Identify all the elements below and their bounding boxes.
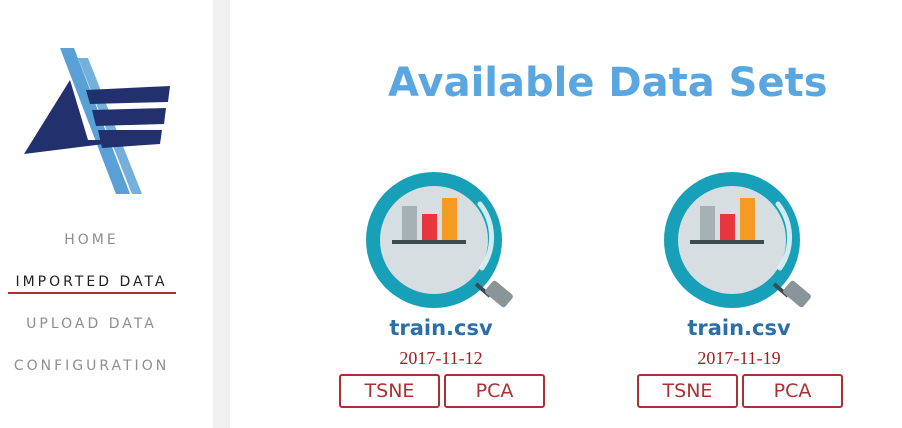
pca-button[interactable]: PCA <box>742 374 843 408</box>
magnifier-chart-icon[interactable] <box>662 168 832 328</box>
dataset-date: 2017-11-19 <box>697 348 781 368</box>
dataset-filename[interactable]: train.csv <box>338 316 544 340</box>
nav-imported-data[interactable]: IMPORTED DATA <box>0 274 183 290</box>
active-nav-underline <box>8 292 176 294</box>
dataset-filename[interactable]: train.csv <box>636 316 842 340</box>
dataset-date: 2017-11-12 <box>399 348 483 368</box>
pca-button[interactable]: PCA <box>444 374 545 408</box>
sidebar: HOME IMPORTED DATA UPLOAD DATA CONFIGURA… <box>0 0 213 428</box>
nav-upload-data[interactable]: UPLOAD DATA <box>0 316 183 332</box>
dataset-card: train.csv 2017-11-12 TSNE PCA <box>338 168 558 418</box>
page-title: Available Data Sets <box>388 60 828 106</box>
sidebar-divider <box>213 0 230 428</box>
tsne-button[interactable]: TSNE <box>339 374 440 408</box>
nav-home[interactable]: HOME <box>0 232 183 248</box>
tsne-button[interactable]: TSNE <box>637 374 738 408</box>
magnifier-chart-icon[interactable] <box>364 168 534 328</box>
nav-configuration[interactable]: CONFIGURATION <box>0 358 183 374</box>
logo-icon <box>24 48 170 194</box>
dataset-card: train.csv 2017-11-19 TSNE PCA <box>636 168 856 418</box>
